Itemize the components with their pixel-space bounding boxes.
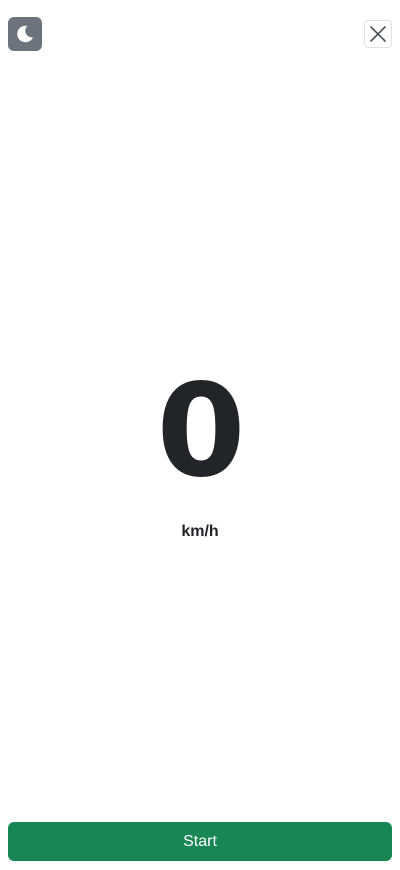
- start-button[interactable]: Start: [8, 822, 392, 861]
- close-icon: [369, 25, 387, 43]
- start-button-label: Start: [183, 832, 217, 850]
- speed-display: 0: [0, 357, 400, 506]
- moon-icon: [14, 23, 36, 45]
- speed-unit-label: km/h: [181, 523, 219, 540]
- close-button[interactable]: [364, 20, 392, 48]
- theme-toggle-button[interactable]: [8, 17, 42, 51]
- speed-value: 0: [156, 357, 245, 506]
